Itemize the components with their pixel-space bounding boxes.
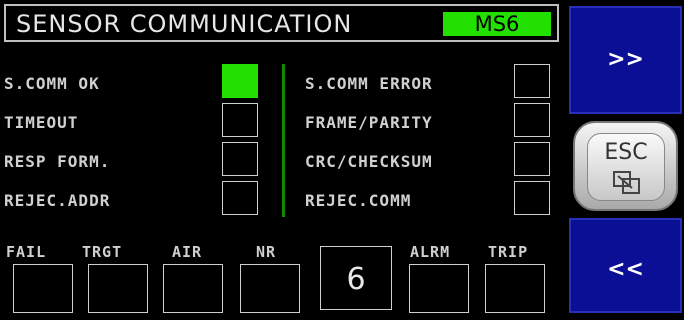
bottom-label-trip: TRIP	[488, 243, 529, 261]
status-indicator-rejec-comm	[514, 181, 550, 215]
previous-page-button[interactable]: <<	[569, 218, 682, 313]
status-indicator-frame-parity	[514, 103, 550, 137]
status-indicator-timeout	[222, 103, 258, 137]
status-indicator-resp-form	[222, 142, 258, 176]
indicator-trgt	[88, 264, 148, 313]
status-indicator-rejec-addr	[222, 181, 258, 215]
exit-icon	[613, 171, 640, 194]
status-label-timeout: TIMEOUT	[4, 113, 79, 132]
escape-button[interactable]: ESC	[573, 121, 678, 211]
status-label-s-comm-ok: S.COMM OK	[4, 74, 100, 93]
column-divider	[282, 64, 285, 217]
status-label-frame-parity: FRAME/PARITY	[305, 113, 433, 132]
status-indicator-s-comm-ok	[222, 64, 258, 98]
indicator-trip	[485, 264, 545, 313]
indicator-fail	[13, 264, 73, 313]
count-display: 6	[320, 246, 392, 310]
indicator-nr	[240, 264, 300, 313]
status-label-s-comm-error: S.COMM ERROR	[305, 74, 433, 93]
next-page-button[interactable]: >>	[569, 6, 682, 114]
bottom-label-nr: NR	[256, 243, 277, 261]
status-label-crc-checksum: CRC/CHECKSUM	[305, 152, 433, 171]
status-indicator-s-comm-error	[514, 64, 550, 98]
bottom-label-air: AIR	[172, 243, 203, 261]
escape-label: ESC	[604, 140, 648, 165]
indicator-alrm	[409, 264, 469, 313]
status-label-rejec-comm: REJEC.COMM	[305, 191, 412, 210]
status-label-rejec-addr: REJEC.ADDR	[4, 191, 111, 210]
page-title: SENSOR COMMUNICATION	[16, 10, 353, 38]
title-bar: SENSOR COMMUNICATION MS6	[4, 4, 559, 42]
status-indicator-crc-checksum	[514, 142, 550, 176]
side-panel: >> ESC <<	[563, 0, 684, 313]
unit-badge: MS6	[443, 12, 551, 36]
status-label-resp-form: RESP FORM.	[4, 152, 111, 171]
escape-button-face: ESC	[587, 133, 665, 201]
bottom-label-fail: FAIL	[6, 243, 47, 261]
bottom-label-trgt: TRGT	[82, 243, 123, 261]
bottom-label-alrm: ALRM	[410, 243, 451, 261]
indicator-air	[163, 264, 223, 313]
